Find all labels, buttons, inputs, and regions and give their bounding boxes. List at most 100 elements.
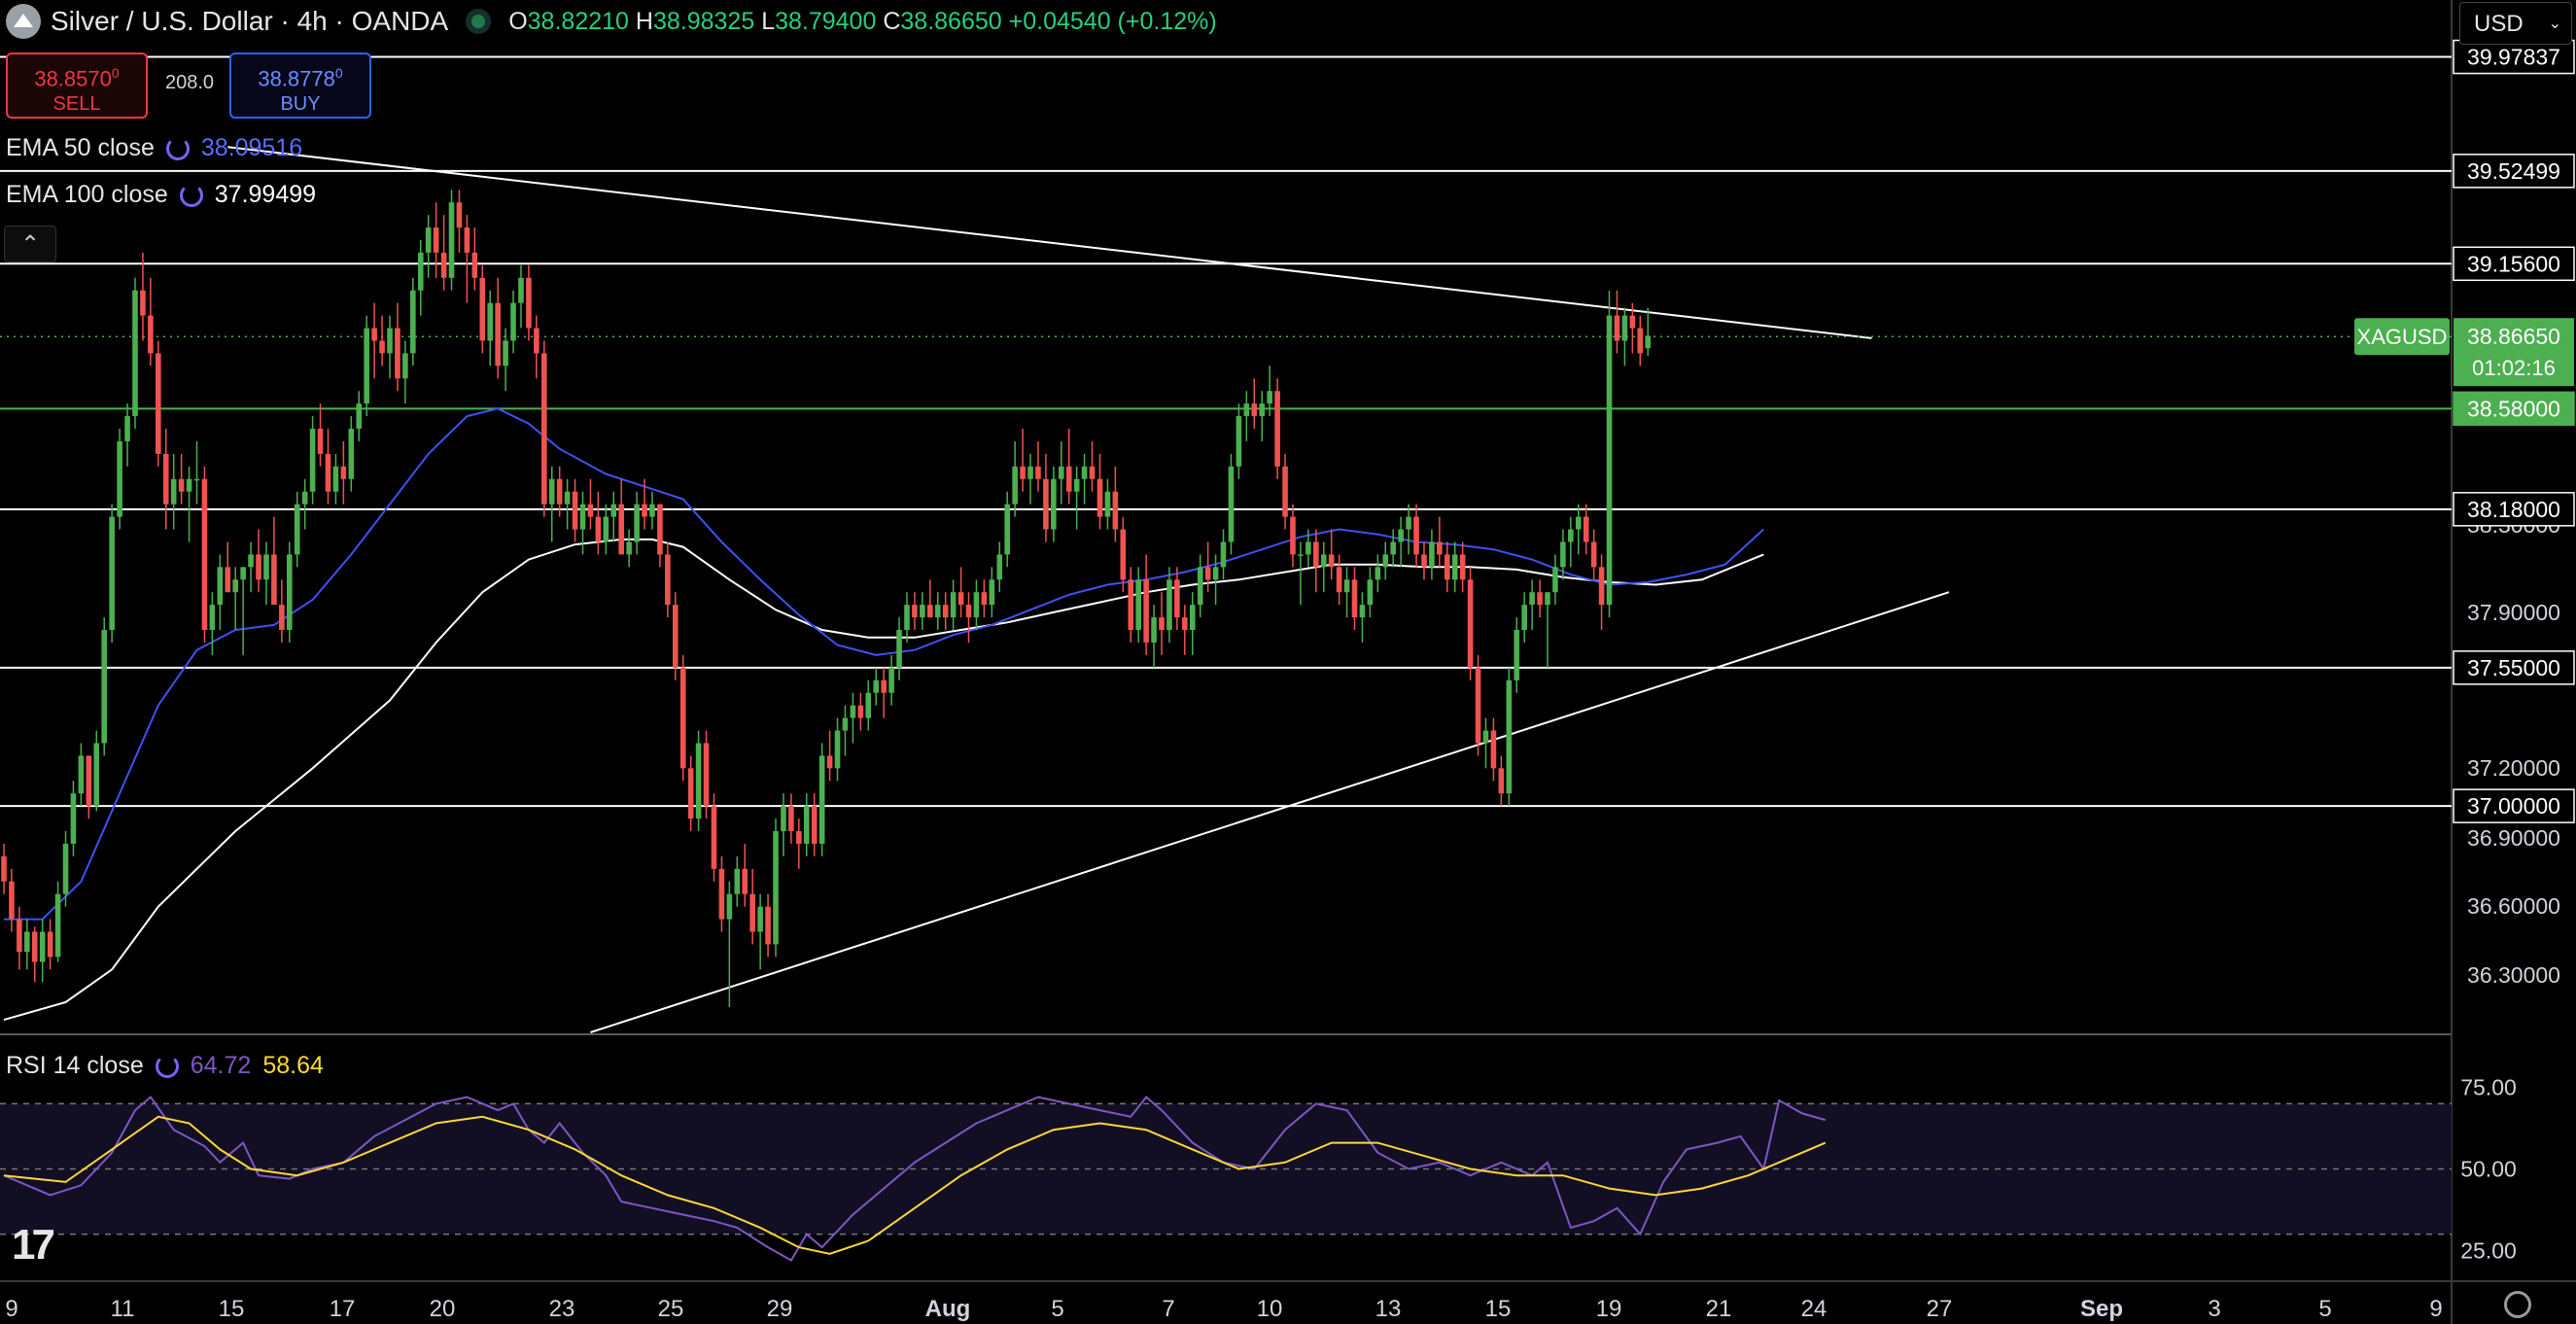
- symbol-header: Silver / U.S. Dollar · 4h · OANDA O38.82…: [6, 4, 1217, 39]
- market-open-status-icon: [471, 15, 486, 28]
- candle-body: [1081, 466, 1088, 479]
- ema100-label: EMA 100 close: [6, 181, 168, 208]
- candle-body: [526, 277, 532, 329]
- candle-body: [572, 491, 578, 530]
- candle-body: [1004, 504, 1010, 555]
- candle-body: [448, 202, 455, 278]
- candle-body: [124, 416, 130, 441]
- settings-gear-icon[interactable]: [2504, 1291, 2531, 1318]
- tradingview-logo[interactable]: 17: [12, 1221, 55, 1270]
- candle-body: [440, 252, 447, 278]
- candle-body: [896, 630, 902, 668]
- sell-price-sup: 0: [111, 65, 120, 81]
- candle-body: [402, 353, 408, 379]
- candle-body: [39, 931, 46, 962]
- candle-body: [417, 252, 424, 291]
- candle-body: [1073, 478, 1080, 492]
- candle-body: [564, 491, 571, 505]
- candle-body: [1336, 567, 1342, 593]
- time-tick-label: 13: [1375, 1296, 1402, 1322]
- candle-body: [1444, 554, 1450, 580]
- candle-body: [286, 554, 293, 631]
- candle-body: [387, 328, 393, 354]
- candle-body: [510, 302, 516, 341]
- close-value: 38.86650: [900, 7, 1002, 35]
- candle-body: [240, 567, 246, 580]
- candle-body: [904, 605, 910, 631]
- candle-body: [912, 605, 918, 618]
- candle-body: [1490, 730, 1497, 769]
- candle-body: [742, 868, 748, 894]
- candle-body: [86, 755, 92, 807]
- candle-body: [873, 679, 880, 693]
- candle-body: [796, 831, 802, 844]
- candle-body: [610, 504, 617, 517]
- ema50-label: EMA 50 close: [6, 134, 155, 161]
- candle-body: [672, 605, 679, 668]
- rsi-tick-label: 75.00: [2460, 1075, 2517, 1100]
- candle-body: [973, 592, 980, 618]
- currency-select[interactable]: USD ⌄: [2459, 2, 2572, 45]
- candle-body: [487, 302, 494, 341]
- candle-body: [294, 504, 300, 555]
- collapse-legend-button[interactable]: ⌃: [4, 226, 56, 262]
- candle-body: [156, 353, 161, 454]
- candle-body: [1521, 605, 1527, 631]
- candle-body: [1035, 466, 1041, 479]
- candle-body: [140, 290, 146, 316]
- candle-body: [317, 429, 324, 454]
- chart-canvas[interactable]: 40.5000038.3000037.9000037.2000036.90000…: [0, 0, 2576, 1324]
- time-tick-label: 10: [1257, 1296, 1283, 1322]
- candle-body: [186, 478, 192, 492]
- time-tick-label: 5: [2318, 1296, 2331, 1322]
- candle-body: [618, 504, 624, 555]
- candle-body: [634, 504, 640, 542]
- ema50-legend[interactable]: EMA 50 close 38.09516: [6, 134, 302, 162]
- price-tick-label: 36.30000: [2467, 962, 2560, 988]
- candle-body: [803, 806, 810, 844]
- candle-body: [1043, 478, 1049, 530]
- low-value: 38.79400: [775, 7, 877, 35]
- candle-body: [579, 504, 586, 530]
- candle-body: [711, 806, 717, 869]
- candle-body: [263, 554, 269, 580]
- candle-body: [1598, 567, 1605, 606]
- candle-body: [78, 755, 85, 794]
- candle-body: [1429, 541, 1435, 568]
- candle-body: [1406, 516, 1411, 530]
- buy-button[interactable]: 38.87780 BUY: [229, 52, 371, 119]
- candle-body: [1243, 403, 1250, 417]
- candle-body: [271, 554, 277, 606]
- candle-body: [325, 453, 331, 492]
- candle-body: [1552, 567, 1558, 593]
- candle-body: [193, 478, 200, 481]
- time-tick-label: 24: [1801, 1296, 1828, 1322]
- level-price-label: 39.15600: [2467, 251, 2560, 276]
- symbol-title[interactable]: Silver / U.S. Dollar · 4h · OANDA: [51, 6, 448, 37]
- time-tick-label: Aug: [925, 1296, 971, 1322]
- candle-body: [1120, 529, 1127, 580]
- rsi-legend[interactable]: RSI 14 close 64.72 58.64: [6, 1052, 324, 1080]
- candle-body: [178, 478, 185, 492]
- candle-body: [726, 893, 733, 920]
- candle-body: [920, 605, 925, 618]
- candle-body: [1204, 567, 1211, 580]
- candle-body: [1189, 605, 1196, 631]
- ema100-legend[interactable]: EMA 100 close 37.99499: [6, 181, 316, 209]
- sell-button[interactable]: 38.85700 SELL: [6, 52, 148, 119]
- candle-body: [340, 466, 347, 479]
- candle-body: [101, 630, 108, 744]
- candle-body: [811, 806, 818, 844]
- candle-body: [109, 516, 115, 631]
- buy-label: BUY: [280, 93, 321, 116]
- candle-body: [642, 504, 647, 517]
- candle-body: [687, 768, 694, 819]
- candle-body: [1328, 554, 1335, 568]
- candle-body: [1159, 617, 1165, 631]
- candle-body: [1012, 466, 1018, 505]
- candle-body: [942, 605, 949, 618]
- candle-body: [834, 730, 841, 769]
- candle-body: [657, 504, 663, 555]
- chevron-up-icon: ⌃: [19, 231, 41, 258]
- candle-body: [217, 567, 224, 606]
